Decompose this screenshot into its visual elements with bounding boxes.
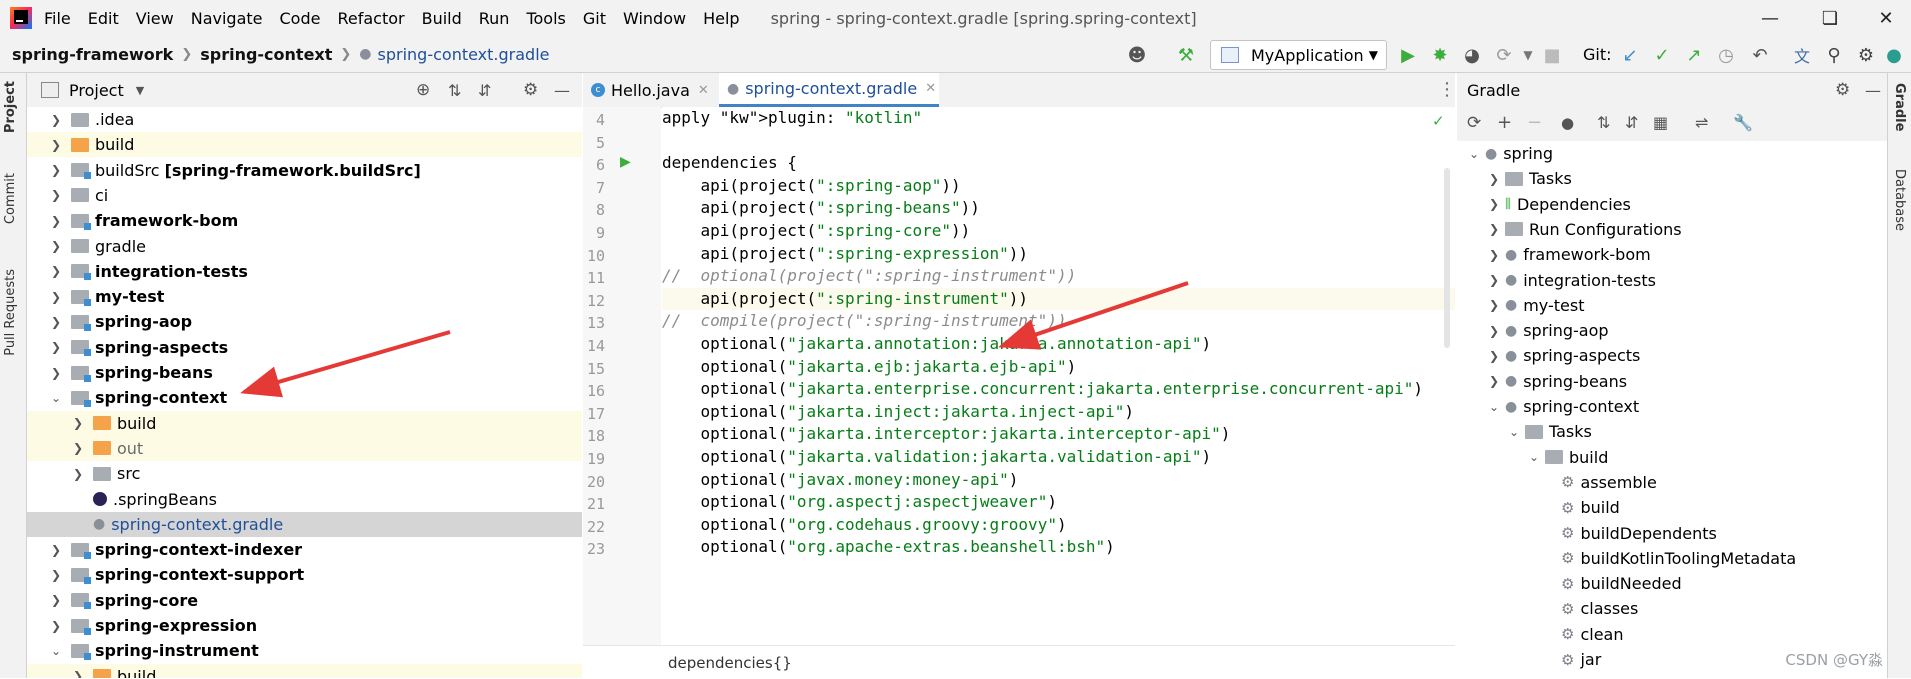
- run-gutter-icon[interactable]: ▶: [620, 154, 631, 170]
- arrow-to-spring-context: [240, 330, 451, 398]
- watermark: CSDN @GY淼: [1785, 651, 1883, 669]
- arrow-to-spring-instrument-line: [998, 281, 1189, 350]
- annotation-arrows: [240, 281, 1189, 398]
